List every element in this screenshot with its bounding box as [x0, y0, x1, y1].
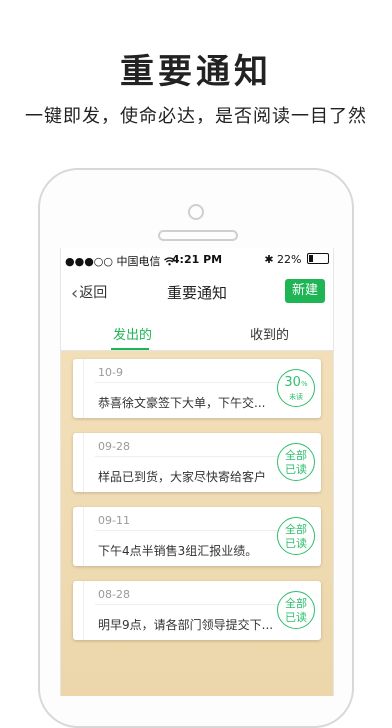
- notice-message: 下午4点半销售3组汇报业绩。: [98, 544, 258, 558]
- battery-fill: [309, 255, 313, 262]
- badge-line-2: 已读: [285, 611, 307, 624]
- badge-line-1: 全部: [285, 597, 307, 610]
- notice-message: 明早9点，请各部门领导提交下...: [98, 618, 274, 632]
- card-edge: [83, 359, 84, 418]
- badge-line-1: 全部: [285, 523, 307, 536]
- battery-percent: 22%: [277, 253, 302, 266]
- phone-screen: ●●●○○ 中国电信 4:21 PM ✱ 22% ‹返回 重要通知 新建 发出的…: [60, 248, 334, 696]
- read-percent-value: 30: [284, 375, 301, 390]
- badge-line-1: 全部: [285, 449, 307, 462]
- status-bar: ●●●○○ 中国电信 4:21 PM ✱ 22%: [61, 248, 333, 270]
- tab-bar: 发出的 收到的: [61, 318, 333, 351]
- card-divider: [95, 382, 285, 383]
- unread-label: 未读: [289, 393, 303, 401]
- notice-card[interactable]: 08-28 明早9点，请各部门领导提交下... 全部 已读: [73, 581, 321, 640]
- notice-date: 08-28: [98, 588, 130, 601]
- card-divider: [95, 456, 285, 457]
- percent-sign: %: [300, 380, 308, 388]
- notice-date: 09-28: [98, 440, 130, 453]
- card-divider: [95, 604, 285, 605]
- promo-subtitle: 一键即发，使命必达，是否阅读一目了然: [25, 106, 367, 127]
- notice-card[interactable]: 09-11 下午4点半销售3组汇报业绩。 全部 已读: [73, 507, 321, 566]
- card-edge: [83, 581, 84, 640]
- read-status-badge: 30% 未读: [277, 369, 315, 407]
- notice-card[interactable]: 09-28 样品已到货，大家尽快寄给客户 全部 已读: [73, 433, 321, 492]
- status-right: ✱ 22%: [264, 253, 329, 266]
- read-status-badge: 全部 已读: [277, 443, 315, 481]
- nav-bar: ‹返回 重要通知 新建: [61, 274, 333, 308]
- front-camera: [188, 204, 204, 220]
- tab-received[interactable]: 收到的: [250, 324, 289, 343]
- badge-line-2: 已读: [285, 537, 307, 550]
- notice-date: 10-9: [98, 366, 123, 379]
- bluetooth-icon: ✱: [264, 253, 274, 266]
- earpiece-speaker: [158, 230, 238, 241]
- notice-list: 10-9 恭喜徐文豪签下大单，下午交... 30% 未读 09-28 样品已到货…: [61, 351, 333, 696]
- notice-message: 样品已到货，大家尽快寄给客户: [98, 470, 267, 484]
- battery-icon: [307, 253, 329, 264]
- notice-card[interactable]: 10-9 恭喜徐文豪签下大单，下午交... 30% 未读: [73, 359, 321, 418]
- tab-sent[interactable]: 发出的: [113, 324, 152, 343]
- read-status-badge: 全部 已读: [277, 591, 315, 629]
- new-button[interactable]: 新建: [285, 279, 325, 303]
- card-edge: [83, 433, 84, 492]
- notice-message: 恭喜徐文豪签下大单，下午交...: [98, 396, 266, 410]
- card-divider: [95, 530, 285, 531]
- read-percent: 30%: [278, 376, 314, 391]
- promo-title: 重要通知: [120, 52, 272, 92]
- card-edge: [83, 507, 84, 566]
- read-status-badge: 全部 已读: [277, 517, 315, 555]
- badge-line-2: 已读: [285, 463, 307, 476]
- notice-date: 09-11: [98, 514, 130, 527]
- active-tab-indicator: [111, 348, 149, 350]
